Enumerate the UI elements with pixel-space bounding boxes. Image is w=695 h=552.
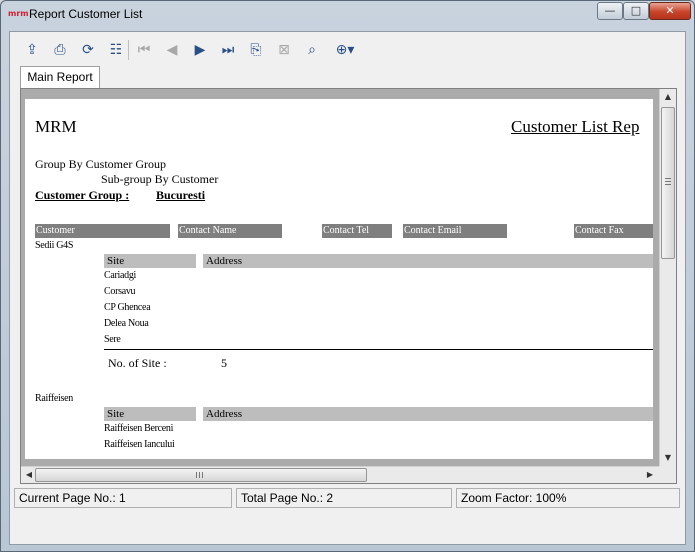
horizontal-scroll-thumb[interactable] [35, 468, 367, 482]
report-title: Customer List Rep [511, 117, 640, 136]
toolbar-separator [128, 40, 129, 60]
close-button[interactable]: ✕ [649, 2, 691, 20]
last-page-icon[interactable]: ⏭ [218, 40, 238, 60]
print-icon[interactable]: ⎙ [50, 40, 70, 60]
site-header: Site [104, 254, 196, 268]
group-by-label: Group By Customer Group [35, 157, 166, 171]
report-viewer: MRM Customer List Rep Group By Customer … [20, 88, 677, 484]
column-header-contact-email: Contact Email [403, 224, 507, 238]
refresh-icon[interactable]: ⟳ [78, 40, 98, 60]
grip-line [199, 472, 200, 478]
subgroup-by-label: Sub-group By Customer [101, 172, 219, 186]
site-count-value: 5 [221, 356, 227, 370]
first-page-icon[interactable]: ⏮ [134, 40, 154, 60]
stop-icon[interactable]: ⊠ [274, 40, 294, 60]
site-row: Sere [104, 334, 121, 345]
site-row: Cariadgi [104, 270, 137, 281]
next-page-icon[interactable]: ▶ [190, 40, 210, 60]
address-header: Address [203, 254, 653, 268]
scrollbar-corner [659, 466, 676, 483]
zoom-icon[interactable]: ⊕▾ [330, 40, 360, 60]
minimize-button[interactable]: — [597, 2, 623, 20]
customer-name: Sedii G4S [35, 240, 74, 251]
address-header: Address [203, 407, 653, 421]
grip-line [665, 178, 671, 179]
site-row: CP Ghencea [104, 302, 151, 313]
search-text-icon[interactable]: ⌕ [302, 40, 322, 60]
site-row: Delea Noua [104, 318, 149, 329]
app-logo-icon: mrm [8, 9, 29, 18]
go-to-page-icon[interactable]: ⎘ [246, 40, 266, 60]
client-area: ⇪ ⎙ ⟳ ☷ ⏮ ◀ ▶ ⏭ ⎘ ⊠ ⌕ ⊕▾ Main Report MRM… [9, 31, 686, 545]
scroll-right-icon[interactable]: ▶ [642, 467, 658, 483]
site-row: Corsavu [104, 286, 136, 297]
zoom-factor-status: Zoom Factor: 100% [456, 488, 680, 508]
column-header-contact-fax: Contact Fax [574, 224, 653, 238]
report-window: mrm Report Customer List — □ ✕ ⇪ ⎙ ⟳ ☷ ⏮… [0, 0, 695, 552]
total-page-status: Total Page No.: 2 [236, 488, 452, 508]
grip-line [196, 472, 197, 478]
summary-divider [104, 349, 653, 350]
site-count-label: No. of Site : [108, 356, 167, 370]
scroll-down-icon[interactable]: ▼ [660, 450, 676, 466]
vertical-scroll-thumb[interactable] [661, 107, 675, 259]
customer-name: Raiffeisen [35, 393, 73, 404]
report-toolbar: ⇪ ⎙ ⟳ ☷ ⏮ ◀ ▶ ⏭ ⎘ ⊠ ⌕ ⊕▾ [16, 36, 680, 66]
vertical-scrollbar[interactable]: ▲ ▼ [659, 89, 676, 467]
tab-main-report[interactable]: Main Report [20, 66, 100, 88]
column-header-customer: Customer [35, 224, 170, 238]
customer-group-label: Customer Group : [35, 188, 130, 202]
grip-line [665, 184, 671, 185]
scroll-up-icon[interactable]: ▲ [660, 89, 676, 105]
group-tree-icon[interactable]: ☷ [106, 40, 126, 60]
site-row: Raiffeisen Berceni [104, 423, 174, 434]
grip-line [202, 472, 203, 478]
window-title: Report Customer List [29, 7, 143, 21]
site-row: Raiffeisen Iancului [104, 439, 175, 450]
column-header-contact-name: Contact Name [178, 224, 282, 238]
status-bar: Current Page No.: 1 Total Page No.: 2 Zo… [14, 488, 680, 508]
previous-page-icon[interactable]: ◀ [162, 40, 182, 60]
grip-line [665, 181, 671, 182]
export-icon[interactable]: ⇪ [22, 40, 42, 60]
current-page-status: Current Page No.: 1 [14, 488, 232, 508]
site-header: Site [104, 407, 196, 421]
maximize-button[interactable]: □ [623, 2, 649, 20]
column-header-contact-tel: Contact Tel [322, 224, 392, 238]
company-name: MRM [35, 117, 77, 136]
customer-group-value: Bucuresti [156, 188, 206, 202]
horizontal-scrollbar[interactable]: ◀ ▶ [21, 466, 660, 483]
title-bar[interactable]: mrm Report Customer List — □ ✕ [1, 1, 694, 29]
report-page: MRM Customer List Rep Group By Customer … [25, 99, 653, 459]
